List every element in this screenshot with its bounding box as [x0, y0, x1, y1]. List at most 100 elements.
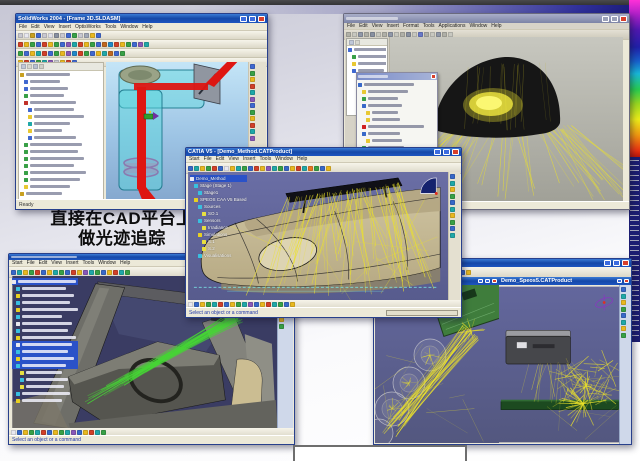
toolbar-icon[interactable]: [250, 97, 255, 102]
toolbar-icon[interactable]: [250, 77, 255, 82]
menu-item[interactable]: Applications: [438, 23, 465, 29]
toolbar-icon[interactable]: [254, 166, 259, 171]
menu-item[interactable]: Tools: [423, 23, 435, 29]
maximize-button[interactable]: [613, 260, 620, 266]
tree-item[interactable]: SO.1: [190, 210, 247, 217]
toolbar-icon[interactable]: [120, 42, 125, 47]
toolbar-icon[interactable]: [450, 187, 455, 192]
tree-item[interactable]: [358, 88, 436, 95]
toolbar-icon[interactable]: [450, 213, 455, 218]
tree-item[interactable]: [12, 397, 78, 404]
toolbar-icon[interactable]: [266, 166, 271, 171]
dialog-close-button[interactable]: [431, 74, 436, 79]
toolbar-icon[interactable]: [84, 42, 89, 47]
toolbar-icon[interactable]: [39, 64, 44, 69]
toolbar-icon[interactable]: [72, 33, 77, 38]
toolbar-icon[interactable]: [450, 181, 455, 186]
toolbar-icon[interactable]: [78, 42, 83, 47]
toolbar-icon[interactable]: [349, 40, 354, 45]
tree-item[interactable]: [358, 109, 436, 116]
tree-item[interactable]: [12, 341, 78, 348]
tree-item[interactable]: [12, 376, 78, 383]
toolbar-icon[interactable]: [72, 42, 77, 47]
toolbar-icon[interactable]: [450, 200, 455, 205]
tree-item[interactable]: [12, 292, 78, 299]
toolbar-icon[interactable]: [250, 90, 255, 95]
feature-tree-tabs[interactable]: [19, 63, 103, 71]
toolbar-icon[interactable]: [54, 51, 59, 56]
tree-item[interactable]: [12, 306, 78, 313]
tree-item[interactable]: [20, 78, 102, 85]
close-button[interactable]: [258, 16, 265, 22]
toolbar-icon[interactable]: [17, 270, 22, 275]
toolbar-icon[interactable]: [621, 333, 626, 338]
toolbar-icon[interactable]: [450, 220, 455, 225]
toolbar-icon[interactable]: [450, 226, 455, 231]
toolbar-icon[interactable]: [450, 233, 455, 238]
toolbar-icon[interactable]: [41, 270, 46, 275]
menu-item[interactable]: Tools: [83, 260, 95, 266]
toolbar-icon[interactable]: [60, 51, 65, 56]
tree-item[interactable]: [20, 85, 102, 92]
menu-item[interactable]: Edit: [359, 23, 368, 29]
dialog-titlebar[interactable]: [357, 73, 437, 80]
toolbar-icon[interactable]: [66, 42, 71, 47]
toolbar-icon[interactable]: [30, 42, 35, 47]
tree-item[interactable]: [20, 148, 102, 155]
toolbar-icon[interactable]: [108, 42, 113, 47]
tree-item[interactable]: Visualisations: [190, 252, 247, 259]
toolbar-icon[interactable]: [36, 42, 41, 47]
child-close-button[interactable]: [492, 279, 497, 284]
tree-item[interactable]: [20, 162, 102, 169]
menu-item[interactable]: Help: [297, 156, 307, 162]
toolbar-icon[interactable]: [355, 40, 360, 45]
toolbar-icon[interactable]: [248, 166, 253, 171]
close-button[interactable]: [620, 16, 627, 22]
toolbar-icon[interactable]: [250, 110, 255, 115]
tree-item[interactable]: [12, 383, 78, 390]
toolbar-icon[interactable]: [450, 194, 455, 199]
menu-item[interactable]: Help: [120, 260, 130, 266]
toolbar-icon[interactable]: [36, 33, 41, 38]
tree-item[interactable]: Stage1: [190, 189, 247, 196]
toolbar-icon[interactable]: [65, 270, 70, 275]
toolbar-icon[interactable]: [24, 33, 29, 38]
tree-item[interactable]: [358, 130, 436, 137]
toolbar-icon[interactable]: [230, 166, 235, 171]
tree-item[interactable]: [20, 92, 102, 99]
toolbar-icon[interactable]: [47, 270, 52, 275]
toolbar-icon[interactable]: [90, 33, 95, 38]
tree-item[interactable]: [20, 141, 102, 148]
toolbar-icon[interactable]: [90, 51, 95, 56]
tree-item[interactable]: [358, 116, 436, 123]
toolbar-icon[interactable]: [119, 270, 124, 275]
toolbar-icon[interactable]: [250, 129, 255, 134]
tree-item[interactable]: [12, 327, 78, 334]
toolbar-icon[interactable]: [84, 33, 89, 38]
toolbar-icon[interactable]: [260, 166, 265, 171]
toolbar-icon[interactable]: [89, 270, 94, 275]
menu-item[interactable]: Window: [275, 156, 293, 162]
toolbar-icon[interactable]: [108, 51, 113, 56]
menu-item[interactable]: Insert: [243, 156, 256, 162]
toolbar-icon[interactable]: [48, 42, 53, 47]
tree-item[interactable]: [20, 183, 102, 190]
toolbar-icon[interactable]: [24, 51, 29, 56]
menu-item[interactable]: Insert: [66, 260, 79, 266]
toolbar-icon[interactable]: [71, 270, 76, 275]
menu-item[interactable]: Start: [189, 156, 200, 162]
viewport-3d-display-box[interactable]: [499, 285, 622, 444]
toolbar-icon[interactable]: [53, 270, 58, 275]
toolbar-icon[interactable]: [27, 64, 32, 69]
toolbar-icon[interactable]: [72, 51, 77, 56]
menu-item[interactable]: Start: [12, 260, 23, 266]
panel-tabs[interactable]: [347, 39, 387, 46]
toolbar-icon[interactable]: [621, 294, 626, 299]
toolbar-icon[interactable]: [113, 270, 118, 275]
toolbar-icon[interactable]: [23, 270, 28, 275]
toolbar-icon[interactable]: [95, 270, 100, 275]
tree-item[interactable]: [12, 390, 78, 397]
toolbar-icon[interactable]: [188, 166, 193, 171]
tree-item[interactable]: Sensors: [190, 217, 247, 224]
menu-item[interactable]: File: [27, 260, 35, 266]
